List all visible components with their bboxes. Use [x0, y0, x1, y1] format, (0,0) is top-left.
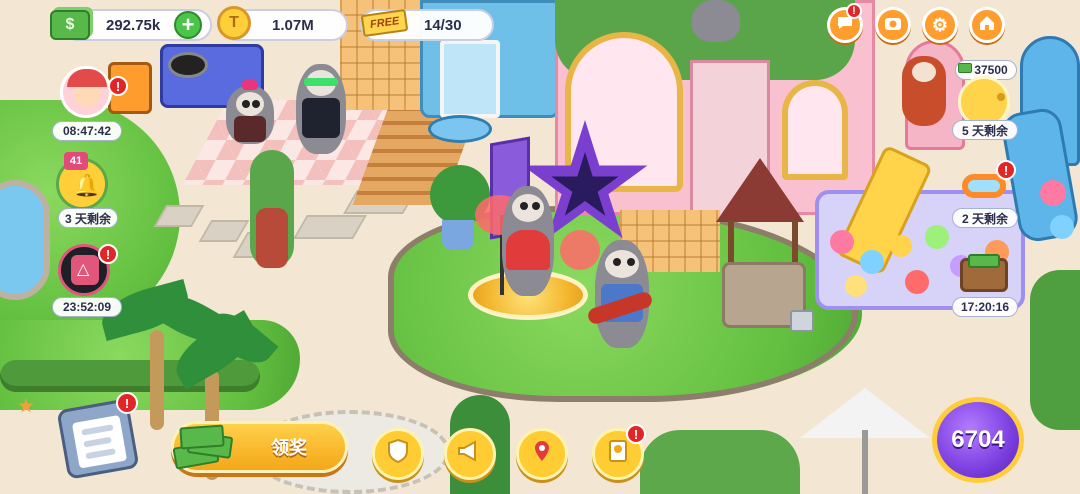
- goggles-days-left: 2 天剩余: [952, 208, 1018, 228]
- lemur-singer[interactable]: [502, 186, 554, 296]
- lemur-dancer-pink[interactable]: [226, 80, 274, 144]
- money-stack-icon: [170, 424, 240, 470]
- flower-bush: [560, 230, 600, 270]
- announcement-button[interactable]: [444, 428, 496, 480]
- parasol-pole: [862, 430, 868, 494]
- add-cash-button[interactable]: +: [174, 11, 202, 39]
- cash-chest-timer: 17:20:16: [952, 297, 1018, 317]
- ball: [845, 275, 867, 297]
- doormat: [428, 115, 492, 143]
- ball: [925, 225, 949, 249]
- red-panda[interactable]: [902, 56, 946, 126]
- pool: [0, 180, 50, 300]
- goggles-alert-badge: !: [996, 160, 1016, 180]
- bell-days-left: 3 天剩余: [58, 208, 118, 228]
- well-roof: [716, 158, 804, 222]
- energy-orb-button[interactable]: 6704: [932, 397, 1024, 483]
- turntable: [168, 52, 208, 78]
- home-icon: [978, 14, 996, 37]
- camera-icon: [884, 15, 902, 36]
- plant-pot: [442, 220, 474, 250]
- flower-bed: [640, 430, 800, 494]
- bell-icon: 🔔: [73, 173, 101, 198]
- lemur-dancer-glasses[interactable]: [296, 64, 346, 154]
- squid-alert-badge: !: [98, 244, 118, 264]
- ball: [905, 270, 929, 294]
- avatar-timer: 08:47:42: [52, 121, 122, 141]
- cash-value: 292.75k: [106, 16, 161, 34]
- bucket: [790, 310, 814, 332]
- chat-alert-badge: !: [846, 3, 862, 19]
- settings-button[interactable]: ⚙: [922, 7, 958, 43]
- tickets-value: 14/30: [424, 16, 462, 34]
- coin-icon: T: [217, 6, 251, 40]
- bell-level-badge: 41: [64, 152, 88, 170]
- avatar-event-icon[interactable]: [60, 66, 112, 118]
- cash-icon: [50, 10, 90, 40]
- game-scene[interactable]: [0, 0, 1080, 494]
- triangle-icon: △: [77, 261, 90, 278]
- camera-button[interactable]: [875, 7, 911, 43]
- megaphone-icon: [457, 440, 483, 468]
- squid-timer: 23:52:09: [52, 297, 122, 317]
- map-button[interactable]: [516, 428, 568, 480]
- shield-icon: [387, 438, 409, 469]
- club-button[interactable]: [372, 428, 424, 480]
- map-pin-icon: [531, 439, 553, 469]
- cash-chest-icon[interactable]: [958, 250, 1010, 302]
- cash-mini-icon: [958, 63, 972, 73]
- piggy-days-left: 5 天剩余: [952, 120, 1018, 140]
- avatar-alert-badge: !: [108, 76, 128, 96]
- ball: [1040, 180, 1066, 206]
- lemur-guitarist[interactable]: [586, 240, 654, 348]
- coins-value: 1.07M: [272, 16, 314, 34]
- gear-icon: ⚙: [931, 14, 949, 35]
- ball: [890, 235, 912, 257]
- notebook-icon: [607, 439, 629, 469]
- energy-value: 6704: [951, 426, 1005, 453]
- ball: [860, 250, 884, 274]
- ball: [830, 230, 854, 254]
- blue-house-door: [440, 40, 500, 118]
- ball: [1050, 215, 1074, 239]
- rose-bush: [1030, 270, 1080, 430]
- dinosaur-character[interactable]: [250, 150, 294, 268]
- home-button[interactable]: [969, 7, 1005, 43]
- claim-reward-label: 领奖: [271, 438, 307, 458]
- lemur-on-roof[interactable]: [692, 0, 740, 42]
- clipboard-alert-badge: !: [116, 392, 138, 414]
- palm-trunk: [150, 330, 164, 430]
- journal-alert-badge: !: [626, 424, 646, 444]
